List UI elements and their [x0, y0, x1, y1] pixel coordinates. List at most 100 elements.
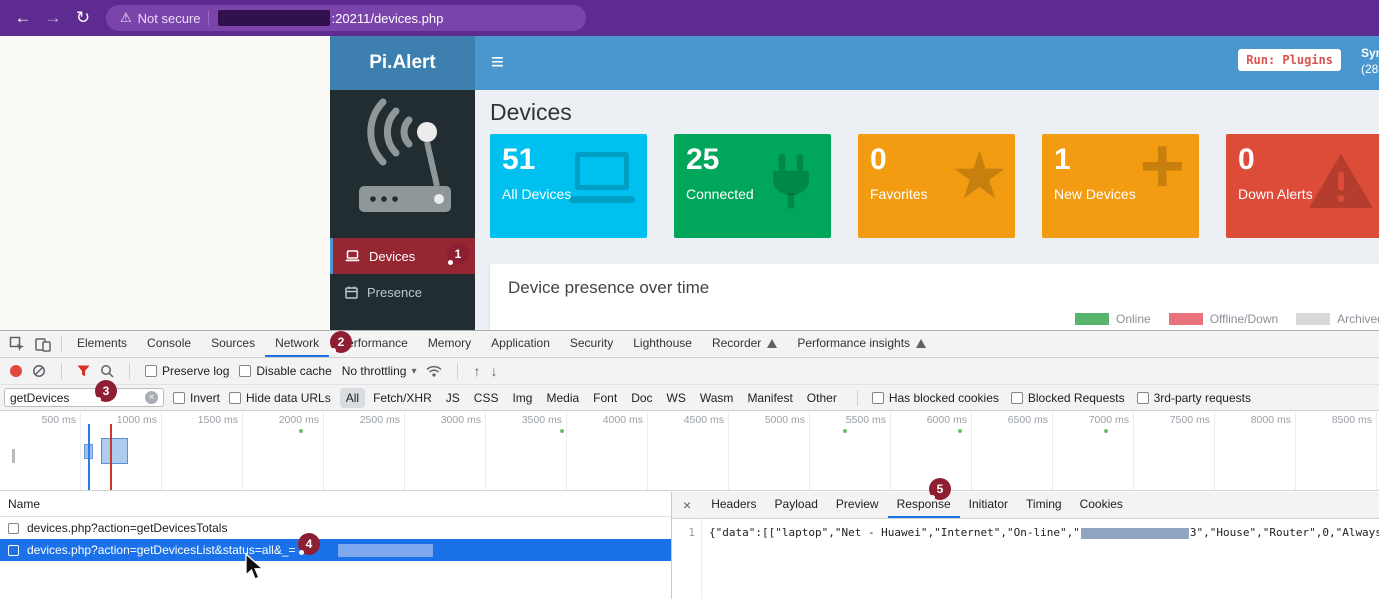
disable-cache-checkbox[interactable]: Disable cache	[239, 364, 331, 378]
resource-type-filter[interactable]: JS	[440, 388, 466, 408]
back-icon[interactable]: ←	[8, 8, 38, 28]
network-filter-checkbox[interactable]: Has blocked cookies	[872, 391, 999, 405]
not-secure-warning-icon: ⚠	[120, 10, 132, 26]
devtools-tab[interactable]: Memory	[418, 331, 481, 357]
filter-input[interactable]: getDevices ×	[4, 388, 164, 407]
menu-toggle-icon[interactable]: ≡	[491, 49, 504, 75]
timeline-tick-label: 6000 ms	[891, 411, 972, 490]
network-overview-timeline[interactable]: 500 ms 1000 ms 1500 ms 2000 ms 2500 ms 3…	[0, 411, 1379, 491]
devtools-tab[interactable]: Security	[560, 331, 623, 357]
resource-type-filter[interactable]: Img	[506, 388, 538, 408]
resource-type-filter[interactable]: WS	[661, 388, 692, 408]
warning-triangle-icon	[1305, 150, 1377, 216]
resource-type-filter[interactable]: Wasm	[694, 388, 740, 408]
timeline-request-dot	[958, 429, 962, 433]
checkbox[interactable]	[872, 392, 884, 404]
run-plugins-button[interactable]: Run: Plugins	[1238, 49, 1341, 71]
network-conditions-icon[interactable]	[426, 365, 442, 377]
divider	[857, 390, 858, 406]
checkbox[interactable]	[229, 392, 241, 404]
load-event-marker	[110, 424, 112, 490]
detail-tab[interactable]: Initiator	[960, 492, 1017, 518]
response-viewer[interactable]: 1 {"data":[["laptop","Net - Huawei","Int…	[672, 519, 1379, 599]
brand-logo[interactable]: Pi.Alert	[330, 36, 475, 90]
detail-tab[interactable]: Preview	[827, 492, 888, 518]
stat-card-new-devices[interactable]: 1 + New Devices	[1042, 134, 1199, 238]
network-toolbar: Preserve log Disable cache No throttling…	[0, 358, 1379, 385]
resource-type-filter[interactable]: Fetch/XHR	[367, 388, 438, 408]
search-icon[interactable]	[100, 364, 114, 378]
redacted-response-value	[1081, 528, 1189, 539]
devtools-tab[interactable]: Sources	[201, 331, 265, 357]
checkbox[interactable]	[173, 392, 185, 404]
devtools-tab[interactable]: Performance insights	[787, 331, 936, 357]
checkbox[interactable]	[145, 365, 157, 377]
filter-icon[interactable]	[77, 365, 90, 377]
devtools-tab[interactable]: Console	[137, 331, 201, 357]
close-icon[interactable]: ×	[672, 497, 702, 513]
detail-tab[interactable]: Payload	[766, 492, 827, 518]
request-checkbox[interactable]	[8, 545, 19, 556]
stat-card-all-devices[interactable]: 51 All Devices	[490, 134, 647, 238]
stat-card-favorites[interactable]: 0 ★ Favorites	[858, 134, 1015, 238]
preserve-log-checkbox[interactable]: Preserve log	[145, 364, 229, 378]
stat-card-down-alerts[interactable]: 0 Down Alerts	[1226, 134, 1379, 238]
network-request-row[interactable]: devices.php?action=getDevicesTotals	[0, 517, 671, 539]
hide-data-urls-checkbox[interactable]: Hide data URLs	[229, 391, 331, 405]
annotation-step-3: 3	[95, 380, 117, 402]
reload-icon[interactable]: ↻	[68, 8, 98, 28]
stat-card-connected[interactable]: 25 Connected	[674, 134, 831, 238]
devtools-tab-label: Lighthouse	[633, 336, 692, 350]
browser-toolbar: ← → ↻ ⚠ Not secure :20211/devices.php	[0, 0, 1379, 36]
resource-type-filter[interactable]: Other	[801, 388, 843, 408]
clear-filter-icon[interactable]: ×	[145, 391, 158, 404]
detail-tab[interactable]: Response	[888, 492, 960, 518]
legend-item-archived: Archived	[1296, 312, 1379, 326]
export-har-icon[interactable]: ↑	[473, 364, 480, 378]
sidebar-item-presence[interactable]: Presence	[330, 274, 475, 310]
forward-icon[interactable]: →	[38, 8, 68, 28]
divider	[129, 363, 130, 379]
detail-tab[interactable]: Timing	[1017, 492, 1071, 518]
address-divider	[208, 11, 209, 25]
record-button[interactable]	[10, 365, 22, 377]
checkbox[interactable]	[239, 365, 251, 377]
devtools-tab[interactable]: Application	[481, 331, 560, 357]
response-text: {"data":[["laptop","Net - Huawei","Inter…	[709, 526, 1080, 539]
chevron-down-icon: ▾	[411, 366, 416, 377]
request-checkbox[interactable]	[8, 523, 19, 534]
domcontentloaded-marker	[88, 424, 90, 490]
import-har-icon[interactable]: ↓	[490, 364, 497, 378]
network-request-row[interactable]: devices.php?action=getDevicesList&status…	[0, 539, 671, 561]
throttling-dropdown[interactable]: No throttling ▾	[342, 364, 417, 378]
resource-type-filter[interactable]: All	[340, 388, 365, 408]
network-filter-checkbox[interactable]: Blocked Requests	[1011, 391, 1125, 405]
device-toolbar-icon[interactable]	[30, 331, 56, 357]
devtools-tab[interactable]: Elements	[67, 331, 137, 357]
devtools-tab[interactable]: Lighthouse	[623, 331, 702, 357]
resource-type-filter[interactable]: Manifest	[741, 388, 798, 408]
resource-type-filter[interactable]: Font	[587, 388, 623, 408]
timeline-request-dot	[560, 429, 564, 433]
sidebar: Devices Presence	[330, 90, 475, 330]
invert-checkbox[interactable]: Invert	[173, 391, 220, 405]
checkbox[interactable]	[1011, 392, 1023, 404]
resource-type-filter[interactable]: Doc	[625, 388, 658, 408]
mouse-cursor	[245, 553, 265, 581]
clear-icon[interactable]	[32, 364, 46, 378]
resource-type-filter[interactable]: Media	[540, 388, 585, 408]
address-bar[interactable]: ⚠ Not secure :20211/devices.php	[106, 5, 586, 31]
timeline-tick-label: 4000 ms	[567, 411, 648, 490]
network-filter-checkbox[interactable]: 3rd-party requests	[1137, 391, 1251, 405]
requests-name-header[interactable]: Name	[0, 492, 671, 517]
detail-tab[interactable]: Cookies	[1071, 492, 1132, 518]
checkbox[interactable]	[1137, 392, 1149, 404]
resource-type-filter[interactable]: CSS	[468, 388, 505, 408]
devtools-tab[interactable]: Recorder	[702, 331, 787, 357]
detail-tab[interactable]: Headers	[702, 492, 765, 518]
divider	[457, 363, 458, 379]
inspect-element-icon[interactable]	[4, 331, 30, 357]
devtools-tab-label: Recorder	[712, 336, 761, 350]
user-info[interactable]: Sym (28,	[1361, 45, 1379, 77]
devtools-tab[interactable]: Network	[265, 331, 329, 357]
